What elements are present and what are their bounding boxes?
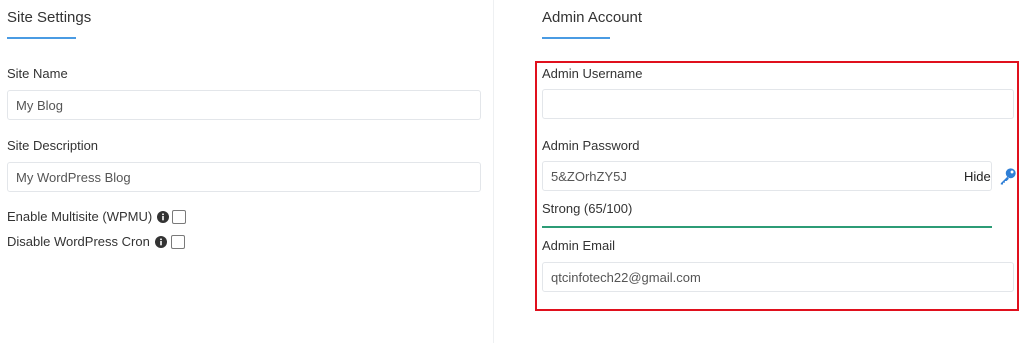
site-settings-underline	[7, 37, 76, 39]
admin-account-title: Admin Account	[542, 9, 643, 26]
info-icon[interactable]	[157, 211, 169, 223]
multisite-checkbox[interactable]	[172, 210, 186, 224]
site-description-label: Site Description	[7, 138, 99, 153]
site-description-input[interactable]	[7, 162, 481, 192]
column-gap	[494, 0, 528, 343]
disable-cron-label: Disable WordPress Cron	[7, 234, 150, 249]
info-icon[interactable]	[155, 236, 167, 248]
site-name-input[interactable]	[7, 90, 481, 120]
multisite-label: Enable Multisite (WPMU)	[7, 209, 153, 224]
site-settings-panel: Site Settings Site Name Site Description…	[0, 0, 493, 343]
highlight-box	[535, 61, 1019, 311]
admin-account-underline	[542, 37, 610, 39]
site-settings-title: Site Settings	[7, 9, 92, 26]
disable-cron-checkbox[interactable]	[171, 235, 185, 249]
site-name-label: Site Name	[7, 66, 68, 81]
